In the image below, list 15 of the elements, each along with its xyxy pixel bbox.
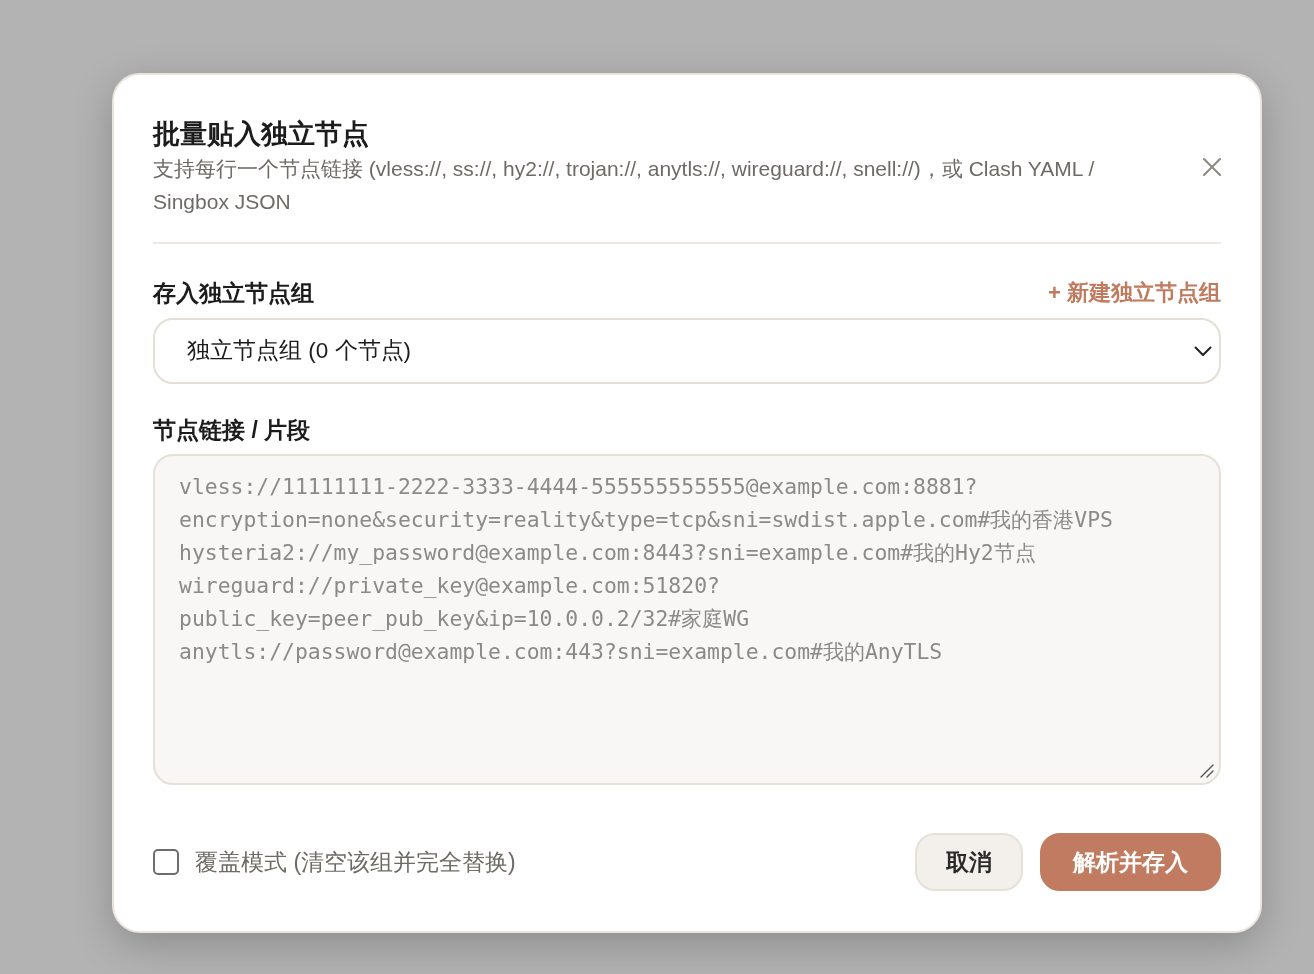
- select-value: 独立节点组 (0 个节点): [187, 337, 411, 365]
- field-label: 存入独立节点组: [153, 279, 314, 308]
- placeholder-text: vless://11111111-2222-3333-4444-555555555555@example.com:8881?encryption=none&security=reality&type=tcp&sni=swdist.apple.com#我的香港VPS hysteria2://my_password@example.com:8443?sni=example.com#我的Hy2节点 wireguard://private_key@example.com:51820?public_key=peer_pub_key&ip=10.0.0.2/32#家庭WG anytls://password@example.com:443?sni=example.com#我的AnyTLS: [179, 473, 1114, 666]
- field-label: 节点链接 / 片段: [153, 416, 311, 445]
- cancel-button[interactable]: 取消: [915, 833, 1023, 891]
- chevron-down-icon: [1194, 345, 1212, 357]
- resize-grip-icon: [1200, 764, 1214, 778]
- dialog-description: 支持每行一个节点链接 (vless://, ss://, hy2://, trojan://, anytls://, wireguard://, snell://)，或 Clash YAML / Singbox JSON: [153, 156, 1096, 215]
- close-button[interactable]: [1203, 158, 1221, 176]
- links-textarea[interactable]: [153, 454, 1221, 785]
- checkbox-label: 覆盖模式 (清空该组并完全替换): [195, 848, 516, 877]
- close-icon: [1203, 158, 1221, 176]
- dialog-title: 批量贴入独立节点: [153, 118, 370, 151]
- checkbox[interactable]: [153, 849, 179, 875]
- group-select[interactable]: 独立节点组 (0 个节点): [153, 318, 1221, 384]
